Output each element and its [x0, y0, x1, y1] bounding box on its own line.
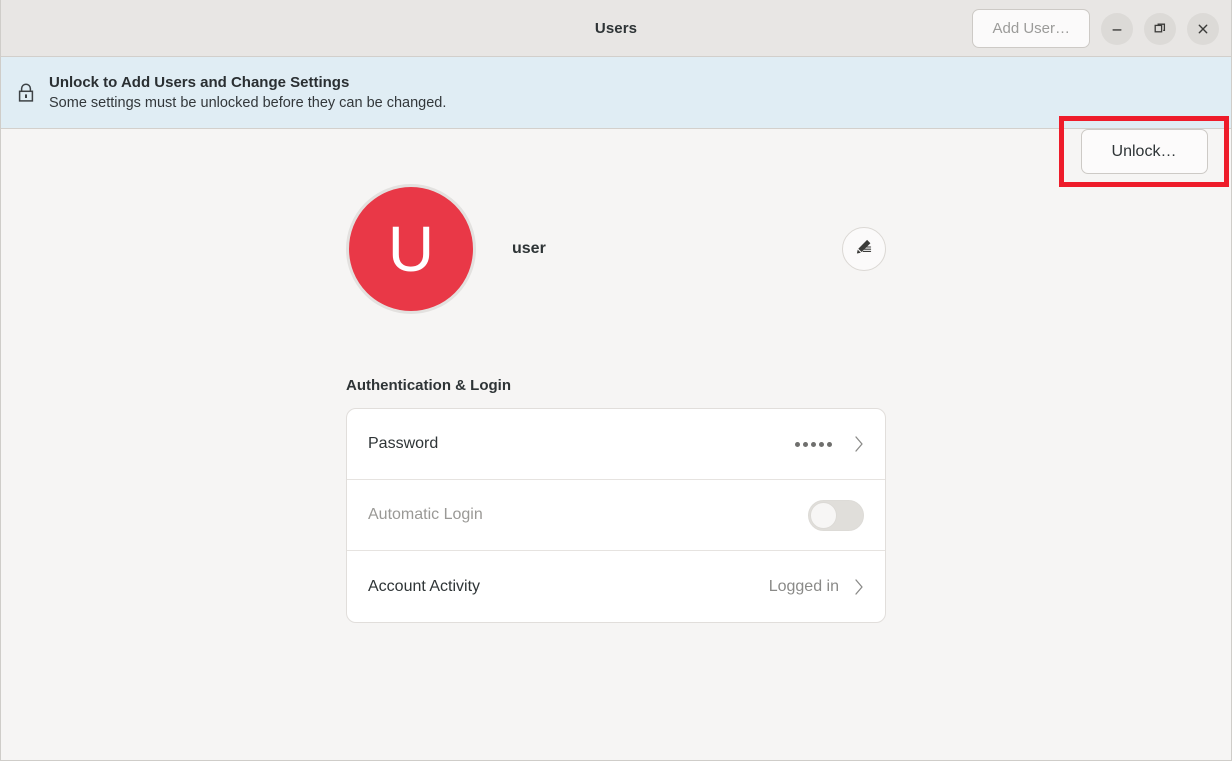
add-user-button[interactable]: Add User…	[972, 9, 1090, 48]
chevron-right-icon	[853, 578, 864, 596]
banner-title: Unlock to Add Users and Change Settings	[49, 73, 350, 91]
authentication-card: Password Automatic Login Account Activit…	[346, 408, 886, 623]
banner-subtitle: Some settings must be unlocked before th…	[49, 94, 447, 111]
row-password[interactable]: Password	[347, 409, 885, 480]
banner-text: Unlock to Add Users and Change Settings …	[49, 73, 446, 113]
row-automatic-login: Automatic Login	[347, 480, 885, 551]
row-label-account-activity: Account Activity	[368, 577, 481, 595]
section-title: Authentication & Login	[346, 377, 511, 394]
edit-user-button[interactable]	[842, 227, 886, 271]
unlock-banner: Unlock to Add Users and Change Settings …	[1, 57, 1231, 187]
main-content: U user Authentication & Login Password A…	[1, 129, 1231, 760]
user-name: user	[512, 240, 546, 257]
lock-closed-icon	[13, 82, 39, 104]
users-settings-window: Users Add User… Unlock to Add Users and …	[0, 0, 1232, 761]
titlebar-actions: Add User…	[972, 0, 1219, 57]
unlock-button[interactable]: Unlock…	[1080, 129, 1208, 174]
minimize-icon	[1110, 22, 1124, 36]
row-account-activity[interactable]: Account Activity Logged in	[347, 551, 885, 622]
maximize-icon	[1153, 22, 1167, 36]
close-button[interactable]	[1187, 12, 1219, 45]
unlock-highlight-box: Unlock…	[1059, 116, 1229, 187]
automatic-login-toggle[interactable]	[808, 499, 864, 531]
toggle-knob	[810, 501, 837, 529]
account-activity-value: Logged in	[768, 577, 839, 595]
row-label-password: Password	[368, 435, 439, 452]
maximize-button[interactable]	[1144, 12, 1176, 45]
pencil-edit-icon	[854, 237, 874, 262]
password-dots	[795, 441, 832, 447]
chevron-right-icon	[853, 435, 864, 453]
close-icon	[1196, 22, 1210, 36]
avatar[interactable]: U	[346, 184, 476, 314]
row-label-automatic-login: Automatic Login	[368, 506, 483, 523]
titlebar: Users Add User…	[1, 0, 1231, 57]
minimize-button[interactable]	[1101, 12, 1133, 45]
user-header: U user	[346, 184, 886, 314]
